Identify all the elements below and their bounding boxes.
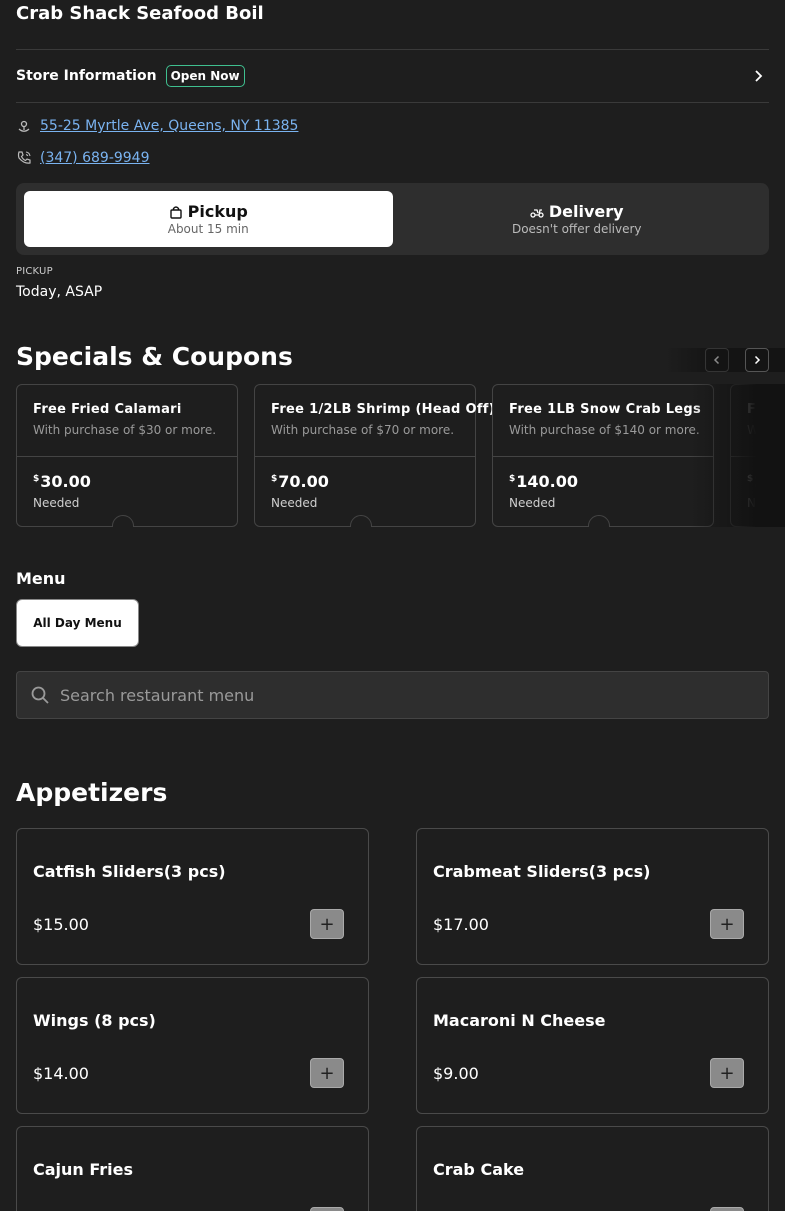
location-pin-icon xyxy=(18,120,30,132)
coupon-condition: With purchase of $30 or more. xyxy=(33,423,217,437)
add-item-button[interactable]: + xyxy=(710,1207,744,1211)
status-badge: Open Now xyxy=(165,65,245,87)
menu-item-name: Catfish Sliders(3 pcs) xyxy=(33,862,226,881)
menu-item-card[interactable]: Macaroni N Cheese $9.00 + xyxy=(416,977,769,1114)
menu-item-name: Crab Cake xyxy=(433,1160,525,1179)
add-item-button[interactable]: + xyxy=(310,1207,344,1211)
coupon-card[interactable]: Free 1/2LB Shrimp (Head Off) With purcha… xyxy=(254,384,495,527)
coupon-card[interactable]: Free Fried Calamari With purchase of $30… xyxy=(16,384,238,527)
address-link[interactable]: 55-25 Myrtle Ave, Queens, NY 11385 xyxy=(40,118,298,134)
add-item-button[interactable]: + xyxy=(310,1058,344,1088)
search-icon xyxy=(31,686,49,704)
coupon-title: Free 1LB Snow Crab Legs xyxy=(509,402,702,417)
coupon-condition: With purchase of $70 or more. xyxy=(271,423,455,437)
pickup-time-label: PICKUP xyxy=(16,266,53,277)
phone-link[interactable]: (347) 689-9949 xyxy=(40,150,150,166)
coupon-title: Free Fried Calamari xyxy=(33,402,182,417)
delivery-sub: Doesn't offer delivery xyxy=(511,222,642,236)
pickup-sub: About 15 min xyxy=(167,222,249,236)
chevron-right-icon[interactable] xyxy=(751,69,765,83)
divider xyxy=(16,102,769,103)
menu-item-price: $15.00 xyxy=(33,915,89,934)
store-information-row[interactable]: Store Information Open Now xyxy=(16,50,769,102)
carousel-fade-overlay xyxy=(690,384,785,527)
coupon-needed-label: Needed xyxy=(33,496,80,510)
menu-item-name: Crabmeat Sliders(3 pcs) xyxy=(433,862,651,881)
add-item-button[interactable]: + xyxy=(310,909,344,939)
chevron-right-icon xyxy=(754,355,761,365)
coupon-amount: $140.00 xyxy=(509,472,579,491)
carousel-next-button[interactable] xyxy=(745,348,769,372)
menu-heading: Menu xyxy=(16,569,66,588)
menu-item-price: $17.00 xyxy=(433,915,489,934)
phone-row: (347) 689-9949 xyxy=(16,150,150,166)
menu-item-card[interactable]: Catfish Sliders(3 pcs) $15.00 + xyxy=(16,828,369,965)
menu-item-name: Cajun Fries xyxy=(33,1160,134,1179)
menu-search-bar xyxy=(16,671,769,719)
scooter-icon xyxy=(530,208,544,218)
coupon-notch xyxy=(112,515,134,527)
coupon-amount: $70.00 xyxy=(271,472,329,491)
menu-item-name: Macaroni N Cheese xyxy=(433,1011,606,1030)
coupon-needed-label: Needed xyxy=(509,496,556,510)
menu-item-price: $9.00 xyxy=(433,1064,479,1083)
order-mode-toggle: Pickup About 15 min Delivery Doesn't off… xyxy=(16,183,769,255)
search-input[interactable] xyxy=(60,685,740,705)
menu-tab-all-day[interactable]: All Day Menu xyxy=(16,599,139,647)
appetizers-heading: Appetizers xyxy=(16,778,168,807)
menu-item-card[interactable]: Cajun Fries + xyxy=(16,1126,369,1211)
specials-heading: Specials & Coupons xyxy=(16,342,293,371)
menu-item-card[interactable]: Crab Cake + xyxy=(416,1126,769,1211)
menu-item-name: Wings (8 pcs) xyxy=(33,1011,156,1030)
add-item-button[interactable]: + xyxy=(710,909,744,939)
coupon-notch xyxy=(588,515,610,527)
chevron-left-icon xyxy=(713,355,720,365)
pickup-time-value[interactable]: Today, ASAP xyxy=(16,284,102,300)
restaurant-title: Crab Shack Seafood Boil xyxy=(16,3,264,24)
coupon-notch xyxy=(350,515,372,527)
store-information-label: Store Information xyxy=(16,68,157,84)
phone-icon xyxy=(17,151,31,164)
menu-item-card[interactable]: Wings (8 pcs) $14.00 + xyxy=(16,977,369,1114)
coupon-needed-label: Needed xyxy=(271,496,318,510)
pickup-label: Pickup xyxy=(187,202,248,221)
delivery-label: Delivery xyxy=(548,202,624,221)
pickup-option[interactable]: Pickup About 15 min xyxy=(24,191,393,247)
delivery-option[interactable]: Delivery Doesn't offer delivery xyxy=(393,191,762,247)
coupon-card[interactable]: Free 1LB Snow Crab Legs With purchase of… xyxy=(492,384,714,527)
coupon-amount: $30.00 xyxy=(33,472,91,491)
coupon-condition: With purchase of $140 or more. xyxy=(509,423,700,437)
coupon-carousel: Free Fried Calamari With purchase of $30… xyxy=(16,384,785,527)
coupon-title: Free 1/2LB Shrimp (Head Off) xyxy=(271,402,495,417)
address-row: 55-25 Myrtle Ave, Queens, NY 11385 xyxy=(16,118,298,134)
menu-item-card[interactable]: Crabmeat Sliders(3 pcs) $17.00 + xyxy=(416,828,769,965)
add-item-button[interactable]: + xyxy=(710,1058,744,1088)
menu-item-price: $14.00 xyxy=(33,1064,89,1083)
shopping-bag-icon xyxy=(169,205,182,219)
carousel-prev-button[interactable] xyxy=(705,348,729,372)
